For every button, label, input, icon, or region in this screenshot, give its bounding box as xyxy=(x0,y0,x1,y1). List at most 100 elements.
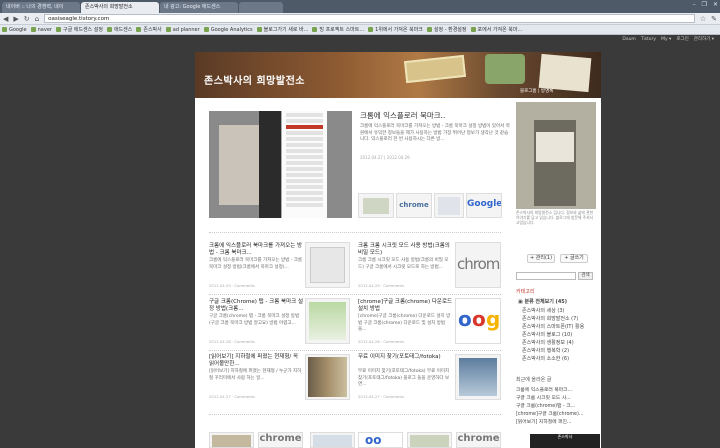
post-body: [읽어보기] 지하철에 퍼졌는 현재형 / 누군가 지하철 꾸러미에서 사람 하… xyxy=(209,369,302,381)
bottom-thumb[interactable] xyxy=(407,432,452,448)
post-date: 2012.04.28 · Comments xyxy=(358,339,404,344)
home-icon[interactable]: ⌂ xyxy=(35,15,39,23)
recent-item[interactable]: [chrome]구글 크롬(chrome)... xyxy=(516,410,583,417)
minimize-icon[interactable]: – xyxy=(693,1,696,8)
category-item[interactable]: 존스박사의 스마트폰(IT) 활용 xyxy=(522,323,584,330)
bookmark-item[interactable]: 블로그가기 새로 바... xyxy=(256,26,308,33)
daum-link[interactable]: Daum xyxy=(622,35,635,44)
featured-thumb[interactable]: Google xyxy=(466,193,502,218)
post-body: 크롬 크롬 시크릿 모드 사용 방법(크롬의 비밀 모드) 구글 크롬에서 시크… xyxy=(358,258,449,270)
banner-decoration xyxy=(404,54,466,84)
recent-item[interactable]: 구글 크롬 시크릿 모드 사... xyxy=(516,394,571,401)
post-title[interactable]: 크롬에 익스플로러 북마크를 가져오는 방법 - 크롬 북마크... xyxy=(209,243,304,257)
banner-menu[interactable]: 블로그홈 | 방명록 xyxy=(520,88,553,94)
reload-icon[interactable]: ↻ xyxy=(24,15,30,23)
category-item[interactable]: 존스박사의 소소한 (6) xyxy=(522,355,569,362)
featured-post-image[interactable] xyxy=(209,111,352,218)
featured-post-title[interactable]: 크롬에 익스플로러 북마크.. xyxy=(360,110,445,121)
featured-thumb[interactable] xyxy=(434,193,464,218)
person-photo xyxy=(219,125,259,205)
category-item[interactable]: 존스박사의 행복학 (2) xyxy=(522,347,569,354)
favicon-icon xyxy=(203,27,209,32)
blog-title[interactable]: 존스박사의 희망발전소 xyxy=(204,72,305,87)
favicon-icon xyxy=(256,27,262,32)
bookmark-item[interactable]: Google xyxy=(2,27,27,33)
category-item[interactable]: 존스박사의 세상 (3) xyxy=(522,307,564,314)
featured-thumb[interactable]: chrome xyxy=(396,193,432,218)
maximize-icon[interactable]: ❐ xyxy=(702,1,707,8)
bottom-thumb[interactable] xyxy=(209,432,254,448)
bookmark-item[interactable]: 설정 - 환경설정 xyxy=(426,26,467,33)
recent-item[interactable]: [읽어보기] 지하철에 퍼진... xyxy=(516,418,572,425)
post-body: 크롬에 익스플로러 북마크를 가져오는 방법 - 크롬 북마크 설정 방법(크롬… xyxy=(209,258,303,270)
search-input[interactable] xyxy=(516,272,576,280)
recent-item[interactable]: 구글 크롬(chrome)탭 - 크... xyxy=(516,402,575,409)
post-thumb[interactable] xyxy=(305,354,350,400)
bookmark-item[interactable]: 애드센스 xyxy=(106,26,132,33)
post-thumb[interactable] xyxy=(305,242,350,288)
bookmark-folder[interactable]: 포에서 가져온 북마... xyxy=(470,26,522,33)
popup-label: 존스박사 xyxy=(557,434,573,439)
post-thumb[interactable] xyxy=(305,298,350,344)
bookmark-item[interactable]: ad planner xyxy=(165,27,200,33)
star-icon[interactable]: ☆ xyxy=(700,15,706,23)
featured-thumb[interactable] xyxy=(358,193,394,218)
new-tab-button[interactable] xyxy=(239,2,283,13)
bookmark-item[interactable]: Google Analytics xyxy=(203,27,253,33)
folder-icon xyxy=(368,27,374,32)
divider xyxy=(209,414,501,415)
post-thumb[interactable]: oog xyxy=(455,298,501,344)
recent-item[interactable]: 크롬에 익스플로러 북마크... xyxy=(516,386,572,393)
tab-adsense[interactable]: 내 광고: Google 애드센스 xyxy=(160,2,238,13)
post-title[interactable]: [chrome]구글 크롬(chrome) 다운로드 설치 방법 xyxy=(358,299,453,313)
bookmark-item[interactable]: 존스박사 xyxy=(136,26,162,33)
post-thumb[interactable]: chrome xyxy=(455,242,501,288)
my-menu[interactable]: My ▾ xyxy=(661,35,671,44)
post-title[interactable]: 구글 크롬(Chrome) 탭 - 크롬 북마크 설정 방법(크롬... xyxy=(209,299,304,313)
login-link[interactable]: 로그인 xyxy=(676,35,688,44)
bookmark-folder[interactable]: 1위에서 가져온 북마크 xyxy=(368,26,423,33)
tab-naver[interactable]: 네이버 :: 나의 경쟁력, 네이 xyxy=(2,2,80,13)
post-title[interactable]: 크롬 크롬 시크릿 모드 사용 방법(크롬의 비밀 모드) xyxy=(358,243,453,257)
category-all[interactable]: ▣ 분류 전체보기 (45) xyxy=(518,298,567,305)
divider xyxy=(209,232,501,233)
screenshot-area xyxy=(259,111,281,218)
profile-image[interactable] xyxy=(516,102,596,209)
post-title[interactable]: 무료 이미지 찾기(포토태그/fotoka) xyxy=(358,354,453,361)
write-button[interactable]: + 글쓰기 xyxy=(560,254,588,263)
divider xyxy=(209,350,501,351)
tistory-top-bar: Daum Tistory My ▾ 로그인 관리하기 ▾ xyxy=(0,35,720,44)
tistory-link[interactable]: Tistory xyxy=(641,35,656,44)
post-date: 2012.04.28 · Comments xyxy=(209,339,255,344)
post-date: 2012.04.27 · Comments xyxy=(358,394,404,399)
bottom-thumb[interactable] xyxy=(310,432,355,448)
wrench-icon[interactable]: ✎ xyxy=(711,15,717,23)
post-date: 2012.04.29 · Comments xyxy=(358,283,404,288)
favicon-icon xyxy=(30,27,36,32)
bottom-thumb[interactable]: chrome xyxy=(456,432,501,448)
forward-icon[interactable]: ▶ xyxy=(13,15,18,23)
tab-bar: 네이버 :: 나의 경쟁력, 네이 존스박사의 희망발전소 내 광고: Goog… xyxy=(0,0,720,13)
category-item[interactable]: 존스박사의 희망발전소 (7) xyxy=(522,315,578,322)
featured-post-date: 2012.04.27 | 2012.04.29 xyxy=(360,155,410,160)
tab-blog[interactable]: 존스박사의 희망발전소 xyxy=(81,2,159,13)
admin-link[interactable]: 관리하기 ▾ xyxy=(694,35,714,44)
post-thumb[interactable] xyxy=(455,354,501,400)
manage-button[interactable]: + 관리(1) xyxy=(527,254,555,263)
back-icon[interactable]: ◀ xyxy=(3,15,8,23)
featured-post-body: 크롬에 익스플로러 북마크를 가져오는 방법 - 크롬 북마크 설정 방법이 있… xyxy=(360,124,510,142)
bottom-thumb[interactable]: oo xyxy=(358,432,403,448)
category-item[interactable]: 존스박사의 블로그 (10) xyxy=(522,331,572,338)
bookmark-item[interactable]: naver xyxy=(30,27,52,33)
category-item[interactable]: 존스박사의 생활정보 (4) xyxy=(522,339,574,346)
post-date: 2012.04.27 · Comments xyxy=(209,394,255,399)
bottom-thumb[interactable]: chrome xyxy=(258,432,303,448)
bookmark-item[interactable]: 구글 애드센스 설정 xyxy=(55,26,103,33)
bookmark-item[interactable]: 빙 프로젝트 스마트... xyxy=(312,26,364,33)
search-button[interactable]: 검색 xyxy=(578,272,593,280)
close-icon[interactable]: ✕ xyxy=(713,1,718,8)
post-title[interactable]: [읽어보기] 지하철에 퍼졌는 현재형/ 꼭 읽어볼만한... xyxy=(209,354,304,368)
banner-decoration xyxy=(485,54,525,84)
floating-widget[interactable]: 존스박사 xyxy=(530,434,600,448)
url-input[interactable]: oasiseagle.tistory.com xyxy=(44,14,695,23)
